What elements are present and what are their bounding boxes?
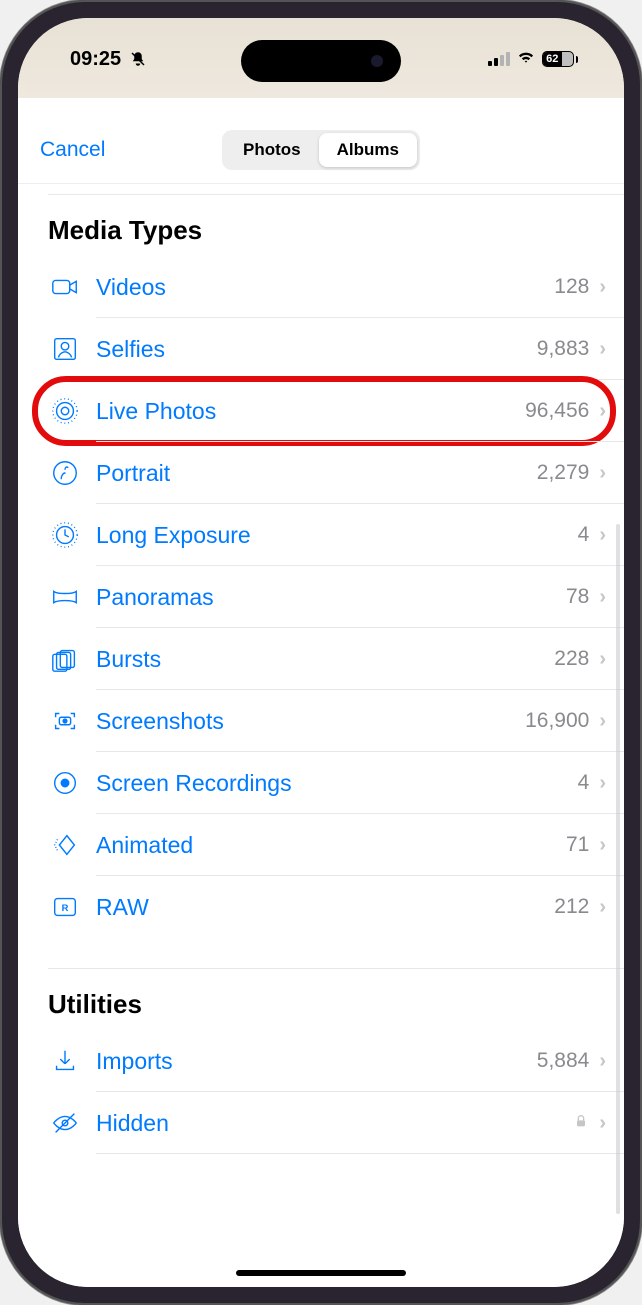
row-imports[interactable]: Imports 5,884 › (18, 1030, 624, 1092)
row-count: 4 (578, 771, 590, 795)
row-label: Hidden (96, 1110, 573, 1137)
cellular-icon (488, 52, 510, 66)
row-count: 9,883 (537, 337, 590, 361)
lock-icon (573, 1113, 589, 1134)
row-count: 4 (578, 523, 590, 547)
row-hidden[interactable]: Hidden › (18, 1092, 624, 1154)
portrait-icon (48, 456, 82, 490)
status-time: 09:25 (70, 48, 121, 71)
live-photos-icon (48, 394, 82, 428)
row-count: 228 (554, 647, 589, 671)
row-count: 71 (566, 833, 589, 857)
row-label: Selfies (96, 336, 537, 363)
section-header-media-types: Media Types (18, 195, 624, 256)
row-label: Screenshots (96, 708, 525, 735)
chevron-right-icon: › (599, 462, 606, 485)
row-count: 212 (554, 895, 589, 919)
row-label: Animated (96, 832, 566, 859)
scroll-indicator (616, 524, 620, 1214)
section-header-utilities: Utilities (18, 969, 624, 1030)
view-segmented-control[interactable]: Photos Albums (222, 130, 420, 170)
segment-photos[interactable]: Photos (225, 133, 319, 167)
chevron-right-icon: › (599, 1050, 606, 1073)
chevron-right-icon: › (599, 896, 606, 919)
home-indicator[interactable] (236, 1270, 406, 1276)
row-count: 128 (554, 275, 589, 299)
row-animated[interactable]: Animated 71 › (18, 814, 624, 876)
row-selfies[interactable]: Selfies 9,883 › (18, 318, 624, 380)
video-icon (48, 270, 82, 304)
row-count: 16,900 (525, 709, 589, 733)
phone-frame: 09:25 62 Cancel (0, 0, 642, 1305)
svg-text:R: R (62, 903, 69, 913)
chevron-right-icon: › (599, 400, 606, 423)
row-portrait[interactable]: Portrait 2,279 › (18, 442, 624, 504)
hidden-icon (48, 1106, 82, 1140)
panoramas-icon (48, 580, 82, 614)
chevron-right-icon: › (599, 524, 606, 547)
row-label: Screen Recordings (96, 770, 578, 797)
row-long-exposure[interactable]: Long Exposure 4 › (18, 504, 624, 566)
albums-list[interactable]: Media Types Videos 128 › Selfies 9,883 › (18, 184, 624, 1154)
row-live-photos[interactable]: Live Photos 96,456 › (18, 380, 624, 442)
dynamic-island (241, 40, 401, 82)
raw-icon: R (48, 890, 82, 924)
row-count: 5,884 (537, 1049, 590, 1073)
row-label: Long Exposure (96, 522, 578, 549)
row-label: Bursts (96, 646, 554, 673)
row-count: 78 (566, 585, 589, 609)
row-label: Panoramas (96, 584, 566, 611)
row-label: RAW (96, 894, 554, 921)
chevron-right-icon: › (599, 710, 606, 733)
row-count: 96,456 (525, 399, 589, 423)
imports-icon (48, 1044, 82, 1078)
animated-icon (48, 828, 82, 862)
battery-icon: 62 (542, 51, 578, 67)
wifi-icon (516, 46, 536, 72)
chevron-right-icon: › (599, 772, 606, 795)
screenshots-icon (48, 704, 82, 738)
nav-bar: Cancel Photos Albums (18, 116, 624, 184)
row-label: Live Photos (96, 398, 525, 425)
bursts-icon (48, 642, 82, 676)
row-bursts[interactable]: Bursts 228 › (18, 628, 624, 690)
screen: 09:25 62 Cancel (18, 18, 624, 1287)
cancel-button[interactable]: Cancel (40, 138, 105, 162)
silent-icon (129, 50, 147, 68)
picker-sheet: Cancel Photos Albums Media Types Videos … (18, 116, 624, 1287)
chevron-right-icon: › (599, 338, 606, 361)
row-screenshots[interactable]: Screenshots 16,900 › (18, 690, 624, 752)
screen-recordings-icon (48, 766, 82, 800)
row-label: Imports (96, 1048, 537, 1075)
row-raw[interactable]: R RAW 212 › (18, 876, 624, 938)
row-label: Videos (96, 274, 554, 301)
row-panoramas[interactable]: Panoramas 78 › (18, 566, 624, 628)
segment-albums[interactable]: Albums (319, 133, 417, 167)
chevron-right-icon: › (599, 1112, 606, 1135)
long-exposure-icon (48, 518, 82, 552)
chevron-right-icon: › (599, 276, 606, 299)
chevron-right-icon: › (599, 648, 606, 671)
selfies-icon (48, 332, 82, 366)
chevron-right-icon: › (599, 586, 606, 609)
row-screen-recordings[interactable]: Screen Recordings 4 › (18, 752, 624, 814)
row-videos[interactable]: Videos 128 › (18, 256, 624, 318)
row-count: 2,279 (537, 461, 590, 485)
row-label: Portrait (96, 460, 537, 487)
chevron-right-icon: › (599, 834, 606, 857)
